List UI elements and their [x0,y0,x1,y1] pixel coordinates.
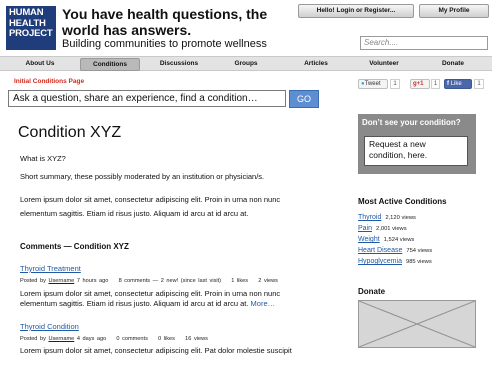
posted-by-label: Posted by [20,278,46,284]
like-label: Like [450,81,462,87]
tweet-button[interactable]: ●Tweet [358,79,388,89]
condition-link[interactable]: Pain [358,225,372,232]
condition-views: 2,001 views [376,226,407,232]
tweet-count: 1 [390,79,400,89]
nav-discussions[interactable]: Discussions [150,58,208,71]
condition-description-line: Lorem ipsum dolor sit amet, consectetur … [20,195,281,204]
ask-question-input[interactable]: Ask a question, share an experience, fin… [8,90,286,107]
site-headline: You have health questions, the world has… [62,6,268,38]
comment-username-link[interactable]: Username [48,278,74,284]
comment-stats: 4 days ago 0 comments 0 likes 16 views [76,336,208,342]
comment-meta: Posted by Username 7 hours ago 8 comment… [20,278,278,284]
google-plus-button[interactable]: g+1 [410,79,430,89]
condition-views: 985 views [405,259,432,265]
condition-title: Condition XYZ [18,124,122,141]
nav-about-us[interactable]: About Us [14,58,66,71]
condition-views: 754 views [406,248,433,254]
facebook-like-button[interactable]: f Like [444,79,472,89]
site-tagline: Building communities to promote wellness [62,38,267,50]
comment-body-line: Lorem ipsum dolor sit amet, consectetur … [20,346,292,355]
list-item: Heart Disease 754 views [358,245,488,256]
image-placeholder-icon [358,300,476,348]
request-condition-heading: Don’t see your condition? [362,118,461,127]
condition-summary: Short summary, these possibly moderated … [20,172,265,181]
condition-question: What is XYZ? [20,154,66,163]
logo-line: HUMAN [9,7,44,18]
nav-groups[interactable]: Groups [218,58,274,71]
nav-conditions[interactable]: Conditions [80,58,140,71]
comment-username-link[interactable]: Username [48,336,74,342]
site-search-input[interactable]: Search.... [360,36,488,50]
most-active-heading: Most Active Conditions [358,197,447,206]
condition-link[interactable]: Thyroid [358,214,381,221]
donate-image-placeholder[interactable] [358,300,476,348]
most-active-list: Thyroid 2,120 views Pain 2,001 views Weigh… [358,212,488,267]
list-item: Pain 2,001 views [358,223,488,234]
comment-body-line: Lorem ipsum dolor sit amet, consectetur … [20,289,281,298]
tweet-label: Tweet [364,81,381,87]
site-logo[interactable]: HUMAN HEALTH PROJECT [6,6,56,50]
nav-articles[interactable]: Articles [288,58,344,71]
login-register-button[interactable]: Hello! Login or Register... [298,4,414,18]
comment-body: Lorem ipsum dolor sit amet, consectetur … [20,289,330,308]
comment-body: Lorem ipsum dolor sit amet, consectetur … [20,346,330,356]
comment-title-link[interactable]: Thyroid Condition [20,322,79,331]
nav-volunteer[interactable]: Volunteer [356,58,412,71]
request-condition-link[interactable]: Request a new condition, here. [364,136,468,166]
nav-donate[interactable]: Donate [428,58,478,71]
facebook-f-icon: f [447,81,449,87]
comment-stats: 7 hours ago 8 comments — 2 new! (since l… [76,278,278,284]
donate-heading: Donate [358,287,386,296]
comment-meta: Posted by Username 4 days ago 0 comments… [20,336,208,342]
logo-line: PROJECT [9,28,53,39]
go-button[interactable]: GO [289,90,319,108]
like-count: 1 [474,79,484,89]
list-item: Hypoglycemia 985 views [358,256,488,267]
condition-link[interactable]: Weight [358,236,380,243]
gplus-count: 1 [431,79,440,89]
condition-description-line: elementum sagittis. Etiam id risus justo… [20,209,249,218]
condition-views: 1,524 views [383,237,415,243]
posted-by-label: Posted by [20,336,46,342]
page-label: Initial Conditions Page [14,78,85,85]
comment-body-line: elementum sagittis. Etiam id risus justo… [20,298,249,308]
list-item: Weight 1,524 views [358,234,488,245]
condition-views: 2,120 views [385,215,416,221]
more-link[interactable]: More… [251,299,276,308]
list-item: Thyroid 2,120 views [358,212,488,223]
comments-heading: Comments — Condition XYZ [20,242,129,251]
my-profile-button[interactable]: My Profile [419,4,489,18]
condition-link[interactable]: Heart Disease [358,247,402,254]
comment-title-link[interactable]: Thyroid Treatment [20,264,81,273]
condition-link[interactable]: Hypoglycemia [358,258,402,265]
